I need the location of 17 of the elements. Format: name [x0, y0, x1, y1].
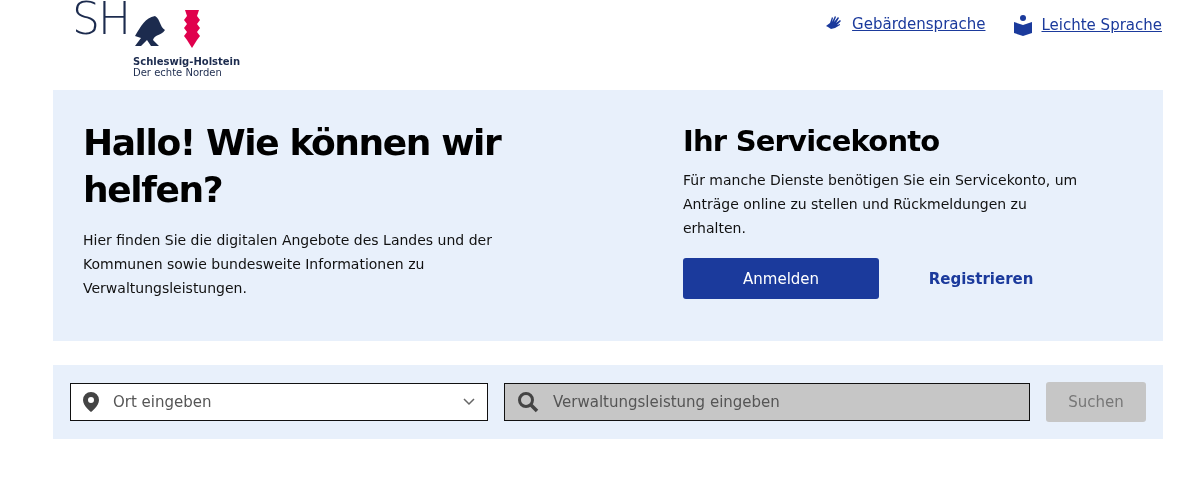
chevron-down-icon [463, 398, 475, 406]
state-name: Schleswig-Holstein [133, 56, 241, 67]
hero-title: Hallo! Wie können wir helfen? [83, 121, 503, 212]
location-input[interactable]: Ort eingeben [111, 392, 451, 412]
reading-person-icon [1013, 14, 1034, 36]
logo-letters: SH [72, 0, 129, 46]
login-button[interactable]: Anmelden [683, 258, 880, 299]
language-link[interactable]: Gebärdensprache [852, 15, 986, 33]
location-pin-icon [83, 392, 99, 412]
search-icon [517, 391, 539, 413]
servicekonto-title: Ihr Servicekonto [683, 124, 941, 158]
register-button[interactable]: Registrieren [879, 258, 1083, 299]
language-link[interactable]: Leichte Sprache [1041, 16, 1162, 34]
hero-text: Hier finden Sie die digitalen Angebote des Landes und der Kommunen sowie bundesweite Informationen zu Verwaltungsleistungen. [83, 230, 493, 298]
servicekonto-text: Für manche Dienste benötigen Sie ein Servicekonto, um Anträge online zu stellen und Rückmeldungen zu erhalten. [683, 171, 1079, 238]
logo-tagline: Der echte Norden [133, 67, 222, 78]
location-field[interactable]: Ort eingeben [70, 383, 488, 421]
